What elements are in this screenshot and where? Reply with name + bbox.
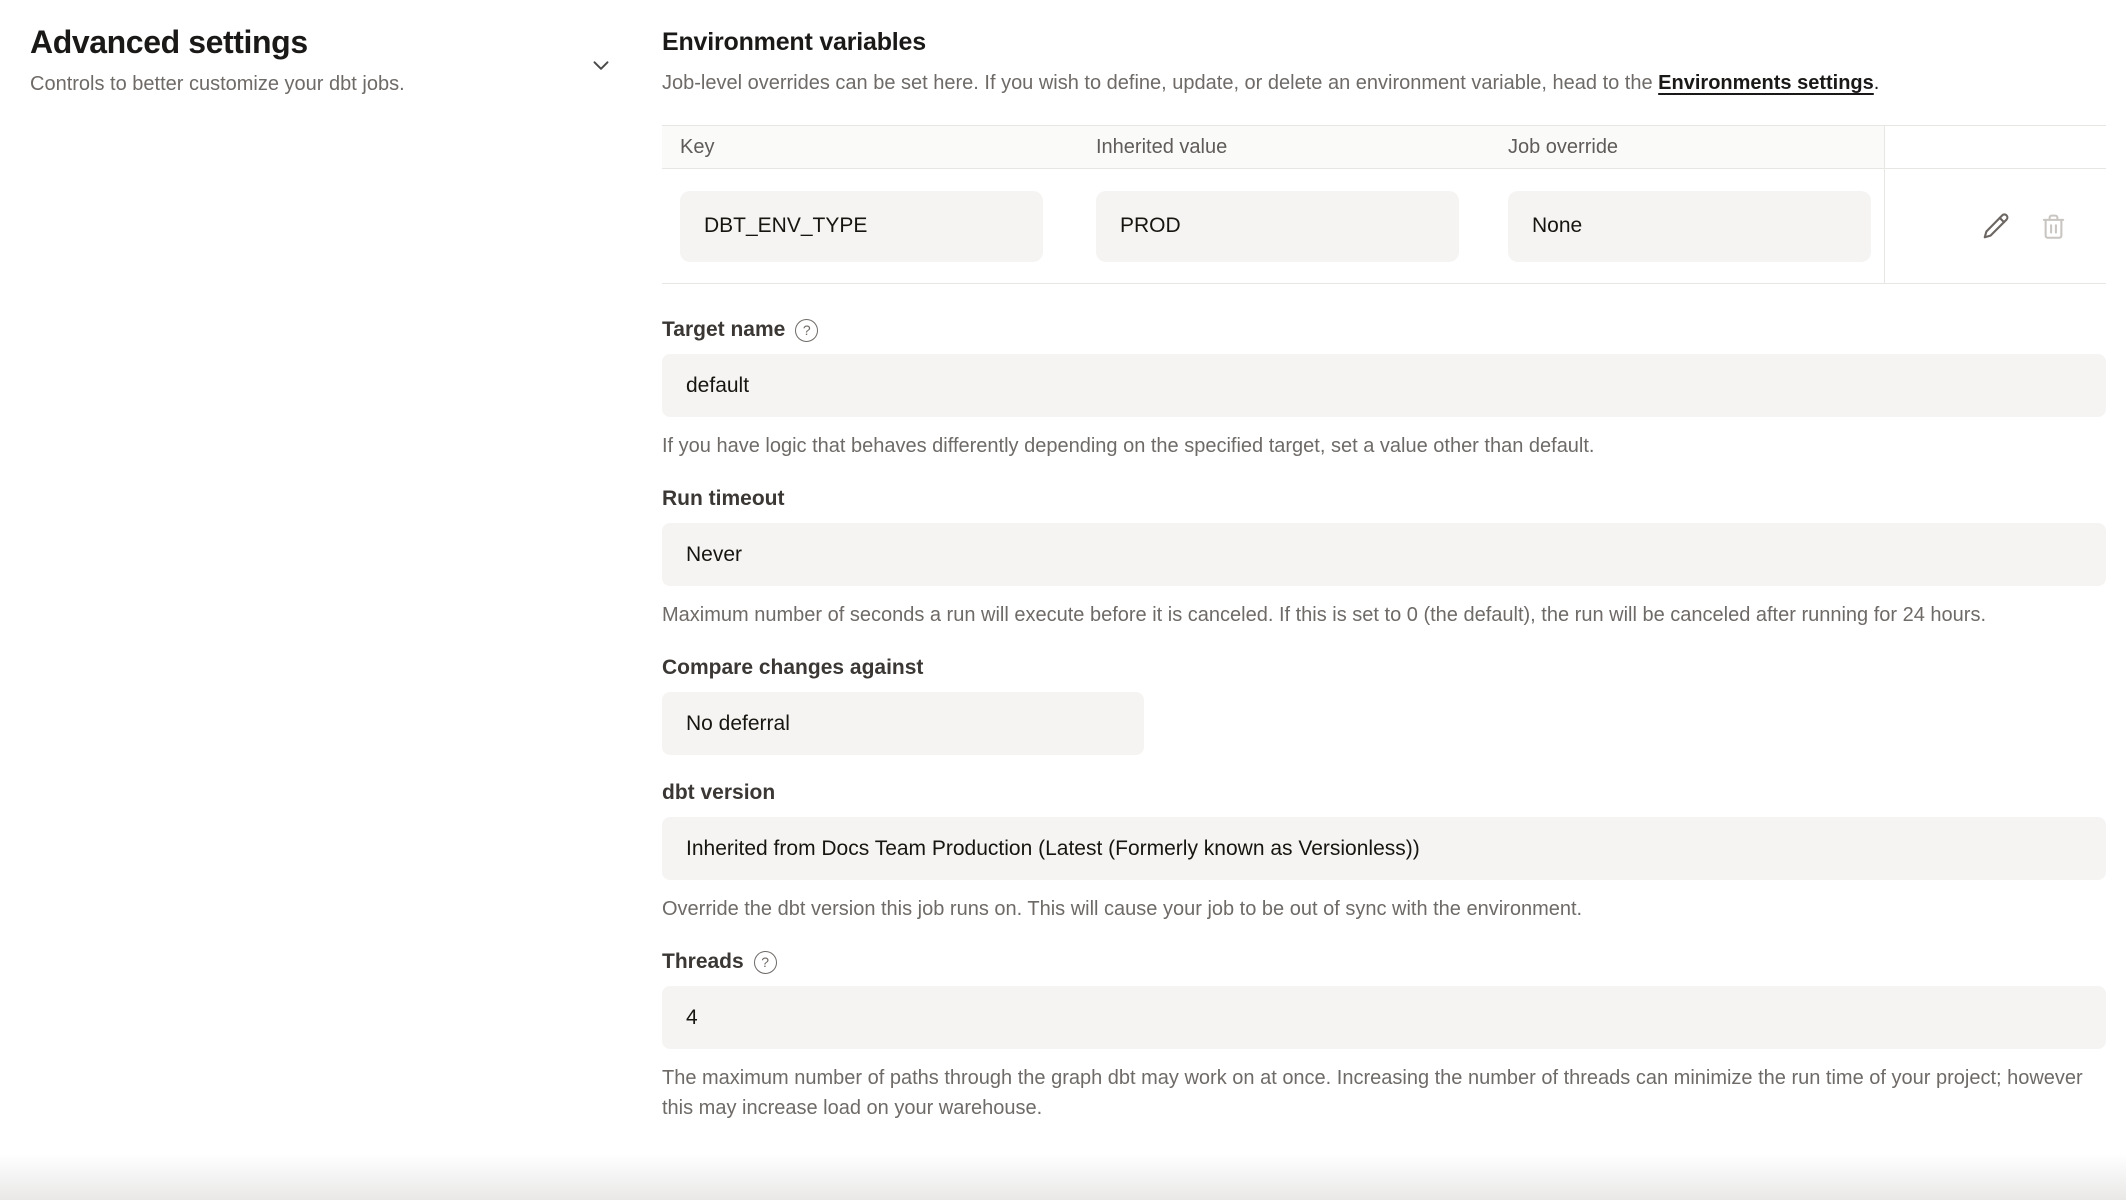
bottom-scroll-fade xyxy=(0,1154,2126,1200)
env-vars-heading: Environment variables xyxy=(662,28,2106,57)
help-icon[interactable]: ? xyxy=(754,951,777,974)
run-timeout-helper: Maximum number of seconds a run will exe… xyxy=(662,600,2106,630)
edit-env-var-button[interactable] xyxy=(1981,211,2011,241)
run-timeout-label-text: Run timeout xyxy=(662,487,784,511)
run-timeout-label: Run timeout xyxy=(662,487,2106,511)
column-header-inherited-value: Inherited value xyxy=(1078,126,1490,168)
column-header-key: Key xyxy=(662,126,1078,168)
env-var-key-cell xyxy=(662,169,1078,283)
column-header-actions xyxy=(1884,126,2106,168)
delete-env-var-button[interactable] xyxy=(2039,212,2068,241)
advanced-settings-content: Environment variables Job-level override… xyxy=(662,28,2106,1123)
environments-settings-link[interactable]: Environments settings xyxy=(1658,72,1874,94)
threads-label-text: Threads xyxy=(662,950,744,974)
threads-field-block: Threads ? The maximum number of paths th… xyxy=(662,950,2106,1123)
page-title: Advanced settings xyxy=(30,24,570,61)
advanced-settings-page: Advanced settings Controls to better cus… xyxy=(0,0,2126,1200)
env-vars-table-header: Key Inherited value Job override xyxy=(662,126,2106,168)
env-var-key-field xyxy=(680,191,1043,262)
pencil-icon xyxy=(1981,211,2011,241)
threads-label: Threads ? xyxy=(662,950,2106,974)
trash-icon xyxy=(2039,212,2068,241)
dbt-version-field-block: dbt version Override the dbt version thi… xyxy=(662,781,2106,924)
help-icon[interactable]: ? xyxy=(795,319,818,342)
target-name-label: Target name ? xyxy=(662,318,2106,342)
target-name-input[interactable] xyxy=(662,354,2106,417)
env-vars-table: Key Inherited value Job override xyxy=(662,125,2106,284)
dbt-version-helper: Override the dbt version this job runs o… xyxy=(662,894,2106,924)
compare-changes-label: Compare changes against xyxy=(662,656,2106,680)
compare-changes-input[interactable] xyxy=(662,692,1144,755)
target-name-field-block: Target name ? If you have logic that beh… xyxy=(662,318,2106,461)
env-var-job-override-field[interactable] xyxy=(1508,191,1871,262)
table-row xyxy=(662,168,2106,283)
compare-changes-label-text: Compare changes against xyxy=(662,656,923,680)
env-var-actions-cell xyxy=(1884,169,2106,283)
env-vars-description-text: Job-level overrides can be set here. If … xyxy=(662,72,1658,94)
threads-input[interactable] xyxy=(662,986,2106,1049)
dbt-version-label-text: dbt version xyxy=(662,781,775,805)
page-subtitle: Controls to better customize your dbt jo… xyxy=(30,73,570,96)
column-header-job-override: Job override xyxy=(1490,126,1884,168)
advanced-settings-panel: Advanced settings Controls to better cus… xyxy=(30,24,570,96)
chevron-down-icon xyxy=(588,52,614,78)
env-var-override-cell xyxy=(1490,169,1884,283)
dbt-version-label: dbt version xyxy=(662,781,2106,805)
target-name-helper: If you have logic that behaves different… xyxy=(662,431,2106,461)
run-timeout-field-block: Run timeout Maximum number of seconds a … xyxy=(662,487,2106,630)
dbt-version-input[interactable] xyxy=(662,817,2106,880)
env-var-inherited-cell xyxy=(1078,169,1490,283)
threads-helper: The maximum number of paths through the … xyxy=(662,1063,2106,1123)
compare-changes-field-block: Compare changes against xyxy=(662,656,2106,755)
env-vars-description: Job-level overrides can be set here. If … xyxy=(662,69,2106,97)
env-vars-description-period: . xyxy=(1874,72,1880,94)
env-var-inherited-value-field xyxy=(1096,191,1459,262)
target-name-label-text: Target name xyxy=(662,318,785,342)
run-timeout-input[interactable] xyxy=(662,523,2106,586)
collapse-section-button[interactable] xyxy=(584,48,618,82)
